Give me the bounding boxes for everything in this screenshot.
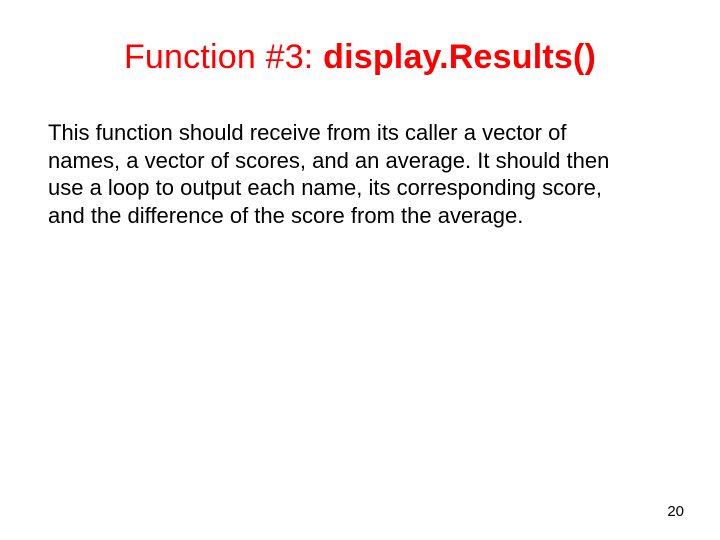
slide-body-text: This function should receive from its ca…: [48, 119, 628, 229]
page-number: 20: [667, 503, 684, 520]
title-function-name: display.Results(): [323, 38, 596, 76]
title-prefix: Function #3:: [124, 38, 323, 76]
slide-title: Function #3: display.Results(): [48, 38, 672, 77]
slide-container: Function #3: display.Results() This func…: [0, 0, 720, 540]
